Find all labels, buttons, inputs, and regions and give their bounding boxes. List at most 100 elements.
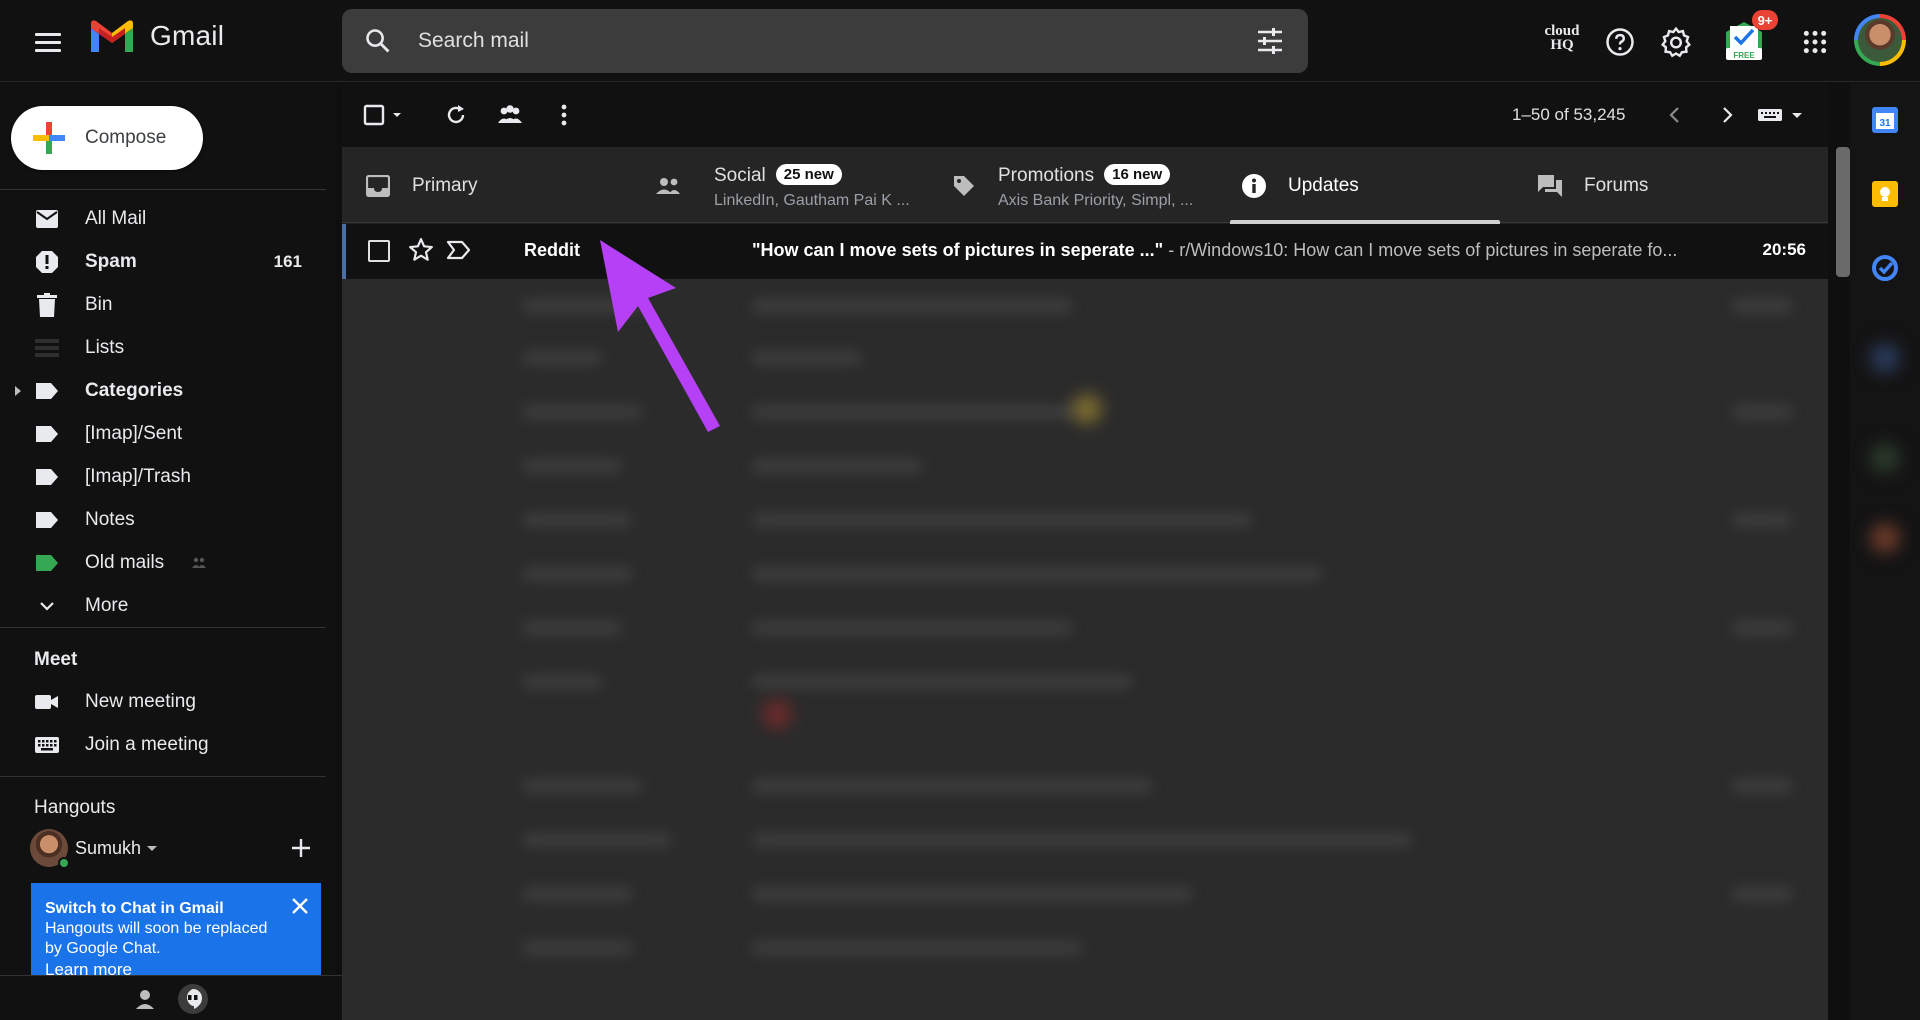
- sidebar-item-label: [Imap]/Trash: [85, 465, 191, 487]
- refresh-icon[interactable]: [440, 99, 472, 131]
- importance-marker-icon[interactable]: [446, 238, 472, 262]
- sidebar-bottom-bar: [0, 975, 342, 1020]
- sidebar-item-bin[interactable]: Bin: [0, 283, 326, 326]
- sidebar-item-spam[interactable]: Spam 161: [0, 240, 326, 283]
- sidebar-item-categories[interactable]: Categories: [0, 369, 326, 412]
- tab-label: Forums: [1584, 175, 1649, 196]
- prev-page-icon[interactable]: [1658, 99, 1690, 131]
- chevron-down-icon: [34, 593, 60, 619]
- top-bar: Gmail cloud HQ FREE 9+: [0, 0, 1920, 82]
- mail-toolbar: 1–50 of 53,245: [342, 83, 1828, 147]
- svg-text:31: 31: [1879, 118, 1891, 129]
- divider: [0, 776, 326, 777]
- right-side-panel: 31: [1850, 83, 1920, 1020]
- sidebar-item-label: Lists: [85, 336, 125, 358]
- trash-icon: [34, 292, 60, 318]
- next-page-icon[interactable]: [1712, 99, 1744, 131]
- close-icon[interactable]: [291, 897, 309, 915]
- category-tabs: Primary Social 25 new LinkedIn, Gautham P…: [342, 147, 1828, 224]
- new-count-badge: 25 new: [775, 164, 842, 185]
- tab-promotions[interactable]: Promotions 16 new Axis Bank Priority, Sim…: [942, 147, 1232, 223]
- spam-icon: [34, 249, 60, 275]
- tab-sub-senders: LinkedIn, Gautham Pai K ...: [714, 192, 910, 209]
- compose-button[interactable]: Compose: [11, 106, 203, 170]
- hangouts-chat-icon[interactable]: [178, 984, 208, 1014]
- compose-label: Compose: [85, 127, 167, 148]
- tasks-icon[interactable]: [1872, 255, 1898, 281]
- calendar-icon[interactable]: 31: [1872, 107, 1898, 133]
- contacts-person-icon[interactable]: [130, 984, 160, 1014]
- blurred-icon: [1870, 343, 1900, 373]
- sidebar-item-imap-sent[interactable]: [Imap]/Sent: [0, 412, 326, 455]
- expand-arrow-icon[interactable]: [15, 385, 21, 396]
- notification-badge: 9+: [1752, 10, 1778, 30]
- divider: [0, 189, 326, 190]
- email-time: 20:56: [1762, 240, 1806, 259]
- add-conversation-icon[interactable]: [288, 835, 314, 861]
- tab-forums[interactable]: Forums: [1522, 147, 1812, 223]
- google-apps-icon[interactable]: [1797, 24, 1833, 60]
- sidebar-item-lists[interactable]: Lists: [0, 326, 326, 369]
- new-meeting-label: New meeting: [85, 690, 196, 712]
- tab-social[interactable]: Social 25 new LinkedIn, Gautham Pai K ...: [652, 147, 942, 223]
- tab-label: Primary: [412, 175, 478, 196]
- star-icon[interactable]: [408, 237, 434, 263]
- sidebar-item-more[interactable]: More: [0, 584, 326, 627]
- help-icon[interactable]: [1602, 24, 1638, 60]
- blurred-icon: [1870, 443, 1900, 473]
- new-meeting-button[interactable]: New meeting: [0, 680, 326, 723]
- join-meeting-button[interactable]: Join a meeting: [0, 723, 326, 766]
- sidebar-item-imap-trash[interactable]: [Imap]/Trash: [0, 455, 326, 498]
- sidebar-item-old-mails[interactable]: Old mails: [0, 541, 326, 584]
- forum-icon: [1536, 172, 1564, 200]
- online-status-dot: [58, 857, 70, 869]
- info-icon: [1240, 172, 1268, 200]
- email-row[interactable]: Reddit "How can I move sets of pictures …: [342, 224, 1828, 279]
- sidebar-item-label: Old mails: [85, 551, 165, 573]
- caret-down-icon[interactable]: [147, 846, 157, 851]
- gmail-logo-icon: [91, 20, 133, 52]
- account-avatar[interactable]: [1854, 14, 1906, 66]
- app-name: Gmail: [150, 20, 225, 51]
- group-contacts-icon[interactable]: [494, 99, 526, 131]
- input-tools-keyboard-icon[interactable]: [1756, 99, 1808, 131]
- gmail-logo[interactable]: Gmail: [88, 18, 224, 54]
- settings-gear-icon[interactable]: [1658, 24, 1694, 60]
- join-meeting-label: Join a meeting: [85, 733, 209, 755]
- sidebar-item-label: Categories: [85, 379, 184, 401]
- search-bar[interactable]: [342, 9, 1308, 73]
- cloudhq-icon[interactable]: cloud HQ: [1540, 24, 1584, 60]
- search-input[interactable]: [418, 23, 1218, 59]
- new-count-badge: 16 new: [1104, 164, 1171, 185]
- banner-text: Hangouts will soon be replaced by Google…: [45, 920, 268, 957]
- keep-notes-icon[interactable]: [1872, 181, 1898, 207]
- select-all-checkbox[interactable]: [362, 99, 410, 131]
- free-label: FREE: [1733, 51, 1755, 60]
- tab-label: Promotions: [998, 165, 1095, 186]
- label-icon: [34, 378, 60, 404]
- more-options-icon[interactable]: [548, 99, 580, 131]
- search-options-icon[interactable]: [1256, 28, 1284, 54]
- main-menu-button[interactable]: [30, 24, 66, 60]
- row-checkbox[interactable]: [368, 240, 390, 262]
- hangouts-user[interactable]: Sumukh: [30, 829, 320, 869]
- tab-updates[interactable]: Updates: [1230, 147, 1500, 223]
- email-sender: Reddit: [524, 240, 580, 260]
- inbox-icon: [364, 172, 392, 200]
- sidebar-item-notes[interactable]: Notes: [0, 498, 326, 541]
- label-icon: [34, 421, 60, 447]
- vertical-scrollbar[interactable]: [1836, 147, 1850, 277]
- green-label-icon: [34, 550, 60, 576]
- tab-primary[interactable]: Primary: [342, 147, 632, 223]
- sidebar-item-all-mail[interactable]: All Mail: [0, 197, 326, 240]
- search-icon[interactable]: [364, 27, 392, 55]
- tab-sub-senders: Axis Bank Priority, Simpl, ...: [998, 192, 1194, 209]
- tag-icon: [950, 172, 978, 200]
- blurred-icon: [1870, 523, 1900, 553]
- meet-section-title: Meet: [34, 649, 78, 670]
- tab-label: Updates: [1288, 175, 1359, 196]
- tab-label: Social: [714, 165, 766, 186]
- pagination-info: 1–50 of 53,245: [1512, 105, 1626, 124]
- email-subject-snippet: "How can I move sets of pictures in sepe…: [752, 240, 1712, 261]
- banner-title: Switch to Chat in Gmail: [45, 900, 224, 917]
